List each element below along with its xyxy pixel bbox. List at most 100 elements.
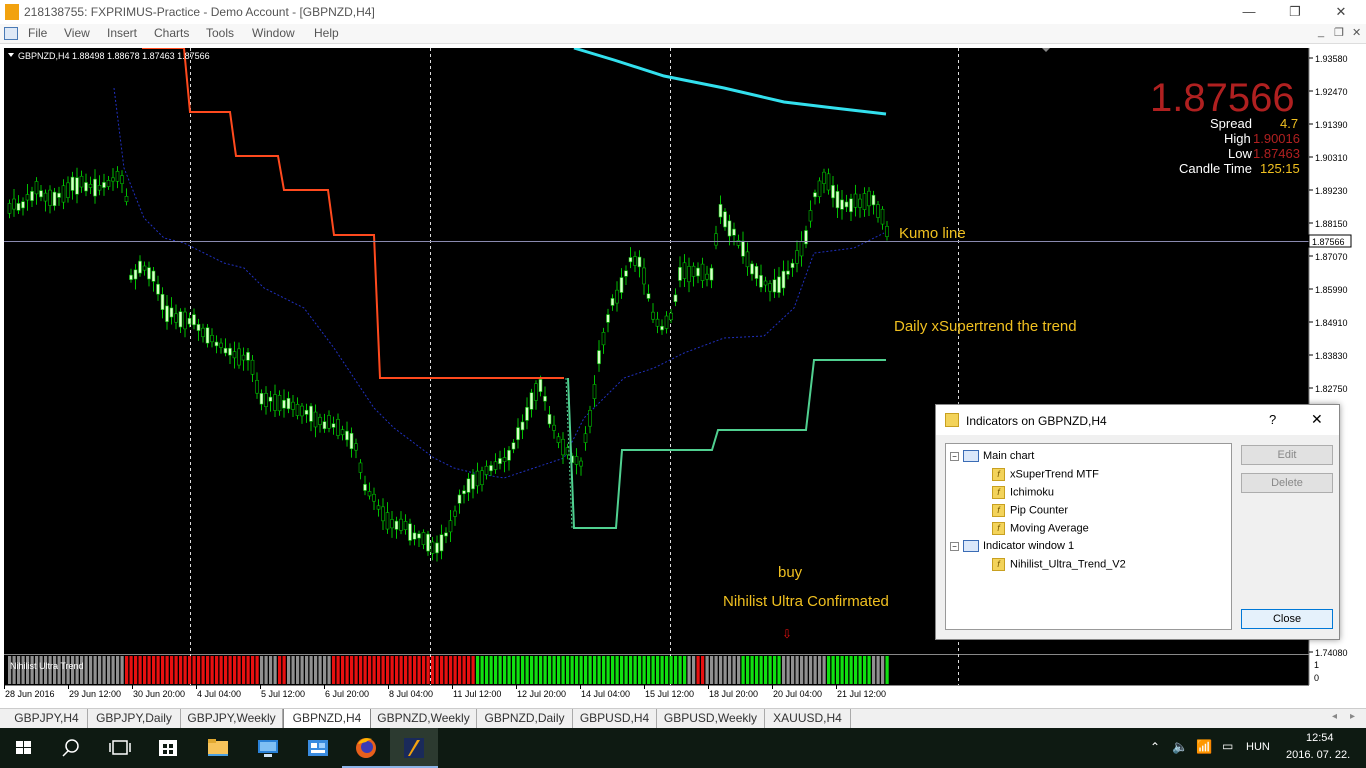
nihilist-bar [395,656,399,684]
candle-body [390,519,394,529]
candle-body [439,534,444,552]
remote-desktop-icon[interactable] [244,728,292,768]
edit-button[interactable]: Edit [1241,445,1333,465]
nihilist-bar [791,656,795,684]
collapse-toggle-icon[interactable]: − [950,452,959,461]
firefox-icon[interactable] [342,728,390,768]
minimize-button[interactable]: — [1226,2,1272,22]
control-panel-icon[interactable] [294,728,342,768]
mdi-close-button[interactable]: ✕ [1352,26,1361,39]
nihilist-bar [440,656,444,684]
candle-body [187,317,192,325]
candle-body [628,257,633,263]
candle-body [696,267,700,277]
indicator-tree[interactable]: − Main chart f xSuperTrend MTF f Ichimoku f… [945,443,1232,630]
menu-charts[interactable]: Charts [154,26,189,40]
metatrader-icon[interactable] [390,728,438,768]
help-button[interactable]: ? [1269,412,1276,427]
tab-gbpusd-h4[interactable]: GBPUSD,H4 [573,709,657,728]
tree-node-indicator-window[interactable]: − Indicator window 1 [950,540,1074,553]
tree-item-ichimoku[interactable]: f Ichimoku [992,486,1054,499]
tab-gbpusd-weekly[interactable]: GBPUSD,Weekly [657,709,765,728]
nihilist-bar [665,656,669,684]
candle-body [367,491,372,497]
dialog-close-x[interactable]: ✕ [1311,411,1323,428]
annotation-nihilist: Nihilist Ultra Confirmated [723,593,889,610]
nihilist-bar [710,656,714,684]
mdi-restore-button[interactable]: ❐ [1334,26,1344,39]
candle-body [448,520,453,533]
tree-item-nihilist[interactable]: f Nihilist_Ultra_Trend_V2 [992,558,1126,571]
nihilist-bar [147,656,151,684]
tab-xauusd-h4[interactable]: XAUUSD,H4 [765,709,851,728]
language-indicator[interactable]: HUN [1246,741,1270,753]
symbol-header: GBPNZD,H4 1.88498 1.88678 1.87463 1.8756… [18,51,210,61]
candle-body [849,198,853,213]
tab-gbpjpy-weekly[interactable]: GBPJPY,Weekly [181,709,283,728]
candle-body [21,201,25,209]
candle-body [682,262,687,279]
candle-body [183,311,187,330]
clock-date[interactable]: 2016. 07. 22. [1286,749,1350,761]
start-windows-icon[interactable] [0,728,48,768]
tab-gbpnzd-daily[interactable]: GBPNZD,Daily [477,709,573,728]
tab-gbpnzd-h4[interactable]: GBPNZD,H4 [283,709,371,729]
nihilist-bar [836,656,840,684]
candle-body [178,311,183,328]
file-explorer-icon[interactable] [194,728,242,768]
tab-scroll-left-icon[interactable]: ◂ [1332,711,1337,722]
candle-body [867,190,871,207]
nihilist-bar [593,656,597,684]
menu-file[interactable]: File [28,26,47,40]
tree-node-main-chart[interactable]: − Main chart [950,450,1035,463]
delete-button[interactable]: Delete [1241,473,1333,493]
menu-help[interactable]: Help [314,26,339,40]
nihilist-bar [471,656,475,684]
close-window-button[interactable]: ✕ [1318,2,1364,22]
task-view-icon[interactable] [96,728,144,768]
tab-gbpjpy-daily[interactable]: GBPJPY,Daily [88,709,181,728]
candle-body [84,182,88,192]
candle-body [475,470,480,487]
candle-body [16,203,21,211]
search-icon[interactable] [48,728,96,768]
time-tick-label: 28 Jun 2016 [5,689,55,699]
nihilist-bar [282,656,286,684]
candle-body [30,191,34,201]
candle-body [646,293,651,299]
volume-icon[interactable]: 🔈 [1172,739,1188,755]
network-icon[interactable]: 📶 [1196,739,1212,755]
menu-view[interactable]: View [64,26,90,40]
time-tick-label: 6 Jul 20:00 [325,689,369,699]
tree-item-xsupertrend[interactable]: f xSuperTrend MTF [992,468,1099,481]
menu-tools[interactable]: Tools [206,26,234,40]
tab-scroll-right-icon[interactable]: ▸ [1350,711,1355,722]
candle-body [57,192,61,198]
tree-label: Main chart [983,450,1035,462]
store-icon[interactable] [144,728,192,768]
notifications-icon[interactable]: ▭ [1222,739,1233,753]
mdi-minimize-button[interactable]: _ [1318,26,1324,38]
price-tick-label: 1.84910 [1315,318,1348,328]
nihilist-bar [633,656,637,684]
nihilist-bar [327,656,331,684]
nihilist-bar [876,656,880,684]
menu-window[interactable]: Window [252,26,295,40]
tab-gbpjpy-h4[interactable]: GBPJPY,H4 [6,709,88,728]
candle-body [727,220,732,237]
tree-item-pip-counter[interactable]: f Pip Counter [992,504,1068,517]
candle-body [876,204,880,218]
tab-gbpnzd-weekly[interactable]: GBPNZD,Weekly [371,709,477,728]
show-hidden-icons[interactable]: ⌃ [1150,740,1160,754]
candle-body [237,348,241,366]
restore-button[interactable]: ❐ [1272,2,1318,22]
tree-item-moving-average[interactable]: f Moving Average [992,522,1089,535]
clock-time[interactable]: 12:54 [1306,732,1334,744]
candle-body [219,342,223,348]
nihilist-bar [584,656,588,684]
collapse-toggle-icon[interactable]: − [950,542,959,551]
candle-body [822,171,826,184]
close-button[interactable]: Close [1241,609,1333,629]
menu-insert[interactable]: Insert [107,26,137,40]
nihilist-bar [629,656,633,684]
